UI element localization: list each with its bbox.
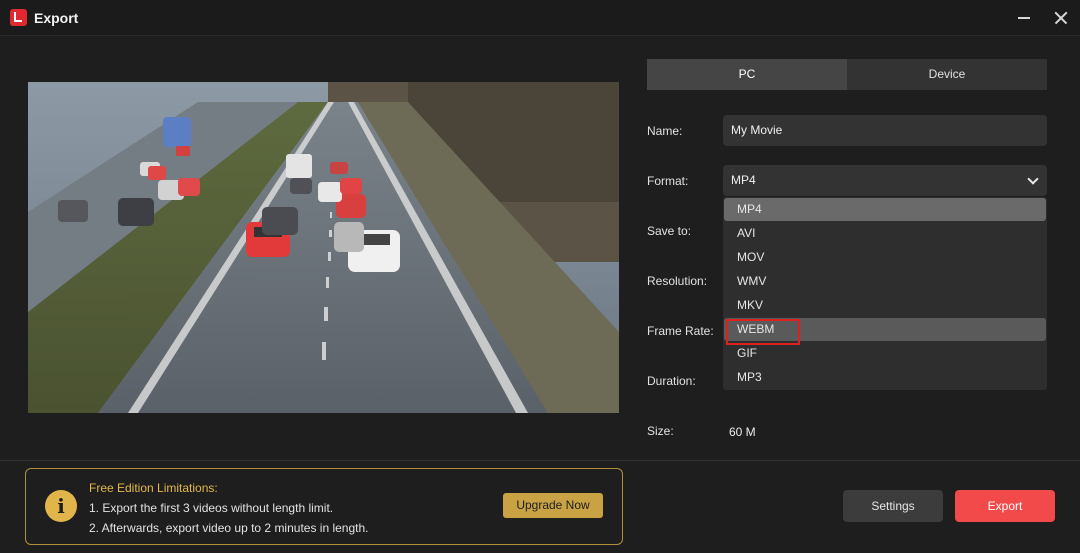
close-icon[interactable] [1047,4,1075,32]
chevron-down-icon[interactable] [1027,173,1039,185]
minimize-icon[interactable] [1010,4,1038,32]
resolution-label: Resolution: [647,274,708,288]
format-dropdown: MP4 AVI MOV WMV MKV WEBM GIF MP3 [723,197,1047,390]
name-label: Name: [647,124,683,138]
size-value: 60 M [729,425,756,439]
format-option-mkv[interactable]: MKV [724,294,1046,317]
video-preview [28,82,619,413]
frame-rate-label: Frame Rate: [647,324,714,338]
notice-title: Free Edition Limitations: [89,481,218,495]
tab-device[interactable]: Device [847,59,1047,90]
app-logo-icon [10,9,27,26]
format-select-value: MP4 [731,173,756,187]
format-option-avi[interactable]: AVI [724,222,1046,245]
tab-pc[interactable]: PC [647,59,847,90]
name-input[interactable]: My Movie [723,115,1047,146]
save-to-label: Save to: [647,224,692,238]
format-option-mp3[interactable]: MP3 [724,366,1046,389]
format-option-gif[interactable]: GIF [724,342,1046,365]
upgrade-now-button[interactable]: Upgrade Now [503,493,603,518]
settings-button[interactable]: Settings [843,490,943,522]
window-title: Export [34,10,79,26]
format-option-mov[interactable]: MOV [724,246,1046,269]
title-bar: Export [0,0,1080,36]
format-label: Format: [647,174,689,188]
size-label: Size: [647,424,674,438]
format-option-mp4[interactable]: MP4 [724,198,1046,221]
format-select[interactable]: MP4 [723,165,1047,196]
export-button[interactable]: Export [955,490,1055,522]
destination-tabs: PC Device [647,59,1047,90]
notice-line-2: 2. Afterwards, export video up to 2 minu… [89,521,369,535]
notice-line-1: 1. Export the first 3 videos without len… [89,501,334,515]
duration-label: Duration: [647,374,696,388]
highlight-box [726,319,800,345]
format-option-wmv[interactable]: WMV [724,270,1046,293]
info-icon: i [45,490,77,522]
